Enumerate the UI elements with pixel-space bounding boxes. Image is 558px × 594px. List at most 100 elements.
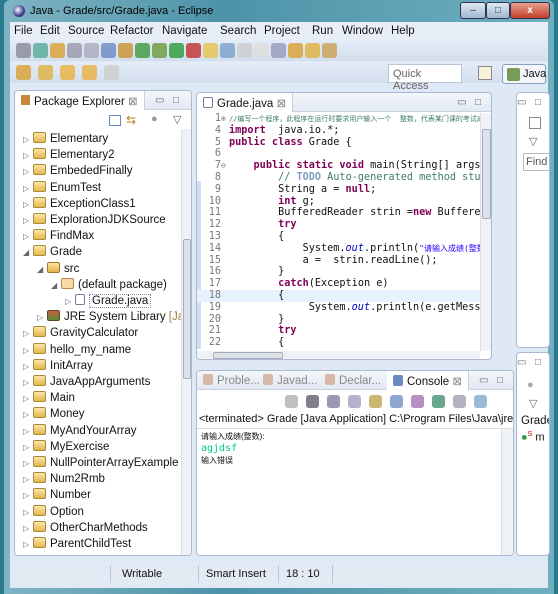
- minimize-icon[interactable]: ▭: [479, 375, 488, 386]
- close-tab-icon[interactable]: ⊠: [128, 96, 138, 108]
- scroll-thumb[interactable]: [213, 352, 283, 359]
- code-line[interactable]: 19 System.out.println(e.getMessage(: [197, 302, 491, 314]
- tab-package-explorer[interactable]: Package Explorer ⊠: [15, 91, 145, 110]
- toolbar-button-icon[interactable]: [84, 43, 99, 58]
- toolbar-button-icon[interactable]: [33, 43, 48, 58]
- tree-item[interactable]: ▷ JavaAppArguments: [23, 374, 150, 390]
- collapsed-arrow-icon[interactable]: ▷: [23, 181, 33, 197]
- collapsed-arrow-icon[interactable]: ▷: [23, 213, 33, 229]
- collapsed-arrow-icon[interactable]: ▷: [23, 407, 33, 423]
- toolbar-button-icon[interactable]: [16, 65, 31, 80]
- toolbar-button-icon[interactable]: [254, 43, 269, 58]
- toolbar-button-icon[interactable]: [271, 43, 286, 58]
- view-menu-icon[interactable]: ▽: [173, 113, 181, 126]
- toolbar-button-icon[interactable]: [82, 65, 97, 80]
- toolbar-button-icon[interactable]: [135, 43, 150, 58]
- toolbar-button-icon[interactable]: [203, 43, 218, 58]
- maximize-icon[interactable]: □: [535, 97, 541, 108]
- code-line[interactable]: 18 {: [197, 290, 481, 302]
- outline-class[interactable]: Grade: [521, 415, 549, 427]
- collapsed-arrow-icon[interactable]: ▷: [23, 440, 33, 456]
- code-line[interactable]: 17 catch(Exception e): [197, 278, 481, 290]
- collapsed-arrow-icon[interactable]: ▷: [23, 375, 33, 391]
- toolbar-button-icon[interactable]: [60, 65, 75, 80]
- collapsed-arrow-icon[interactable]: ▷: [23, 359, 33, 375]
- code-line[interactable]: 4 import java.io.*;: [197, 125, 481, 137]
- console-toolbar-icon[interactable]: [390, 395, 403, 408]
- find-input[interactable]: Find: [523, 153, 549, 171]
- code-line[interactable]: 9 String a = null;: [197, 184, 481, 196]
- view-menu-icon[interactable]: ▽: [529, 397, 537, 410]
- console-toolbar-icon[interactable]: [432, 395, 445, 408]
- collapsed-arrow-icon[interactable]: ▷: [23, 326, 33, 342]
- toolbar-button-icon[interactable]: [38, 65, 53, 80]
- tree-scrollbar[interactable]: [181, 129, 191, 555]
- collapsed-arrow-icon[interactable]: ▷: [23, 343, 33, 359]
- collapsed-arrow-icon[interactable]: ▷: [23, 488, 33, 504]
- code-line[interactable]: 15 a = strin.readLine();: [197, 255, 481, 267]
- console-toolbar-icon[interactable]: [369, 395, 382, 408]
- tree-item[interactable]: ▷ Number: [23, 487, 91, 503]
- code-line[interactable]: 11 BufferedReader strin =new BufferedRea…: [197, 207, 491, 219]
- code-line[interactable]: 20 }: [197, 314, 481, 326]
- expand-fold-icon[interactable]: ⊕: [221, 113, 226, 125]
- tree-item[interactable]: ▷ Grade.java: [65, 293, 152, 309]
- toolbar-button-icon[interactable]: [288, 43, 303, 58]
- maximize-icon[interactable]: □: [535, 357, 541, 368]
- toolbar-button-icon[interactable]: [50, 43, 65, 58]
- menu-run[interactable]: Run: [312, 25, 333, 37]
- editor-vscrollbar[interactable]: [480, 113, 491, 351]
- code-line[interactable]: 7 ⊖ public static void main(String[] args…: [197, 160, 487, 172]
- code-line[interactable]: 22 {: [197, 337, 481, 349]
- tree-item[interactable]: ▷ ExplorationJDKSource: [23, 212, 166, 228]
- tree-item[interactable]: ▷ ParentChildTest: [23, 536, 131, 552]
- menu-window[interactable]: Window: [342, 25, 383, 37]
- tree-item[interactable]: ▷ Option: [23, 504, 84, 520]
- menu-project[interactable]: Project: [264, 25, 300, 37]
- collapse-fold-icon[interactable]: ⊖: [221, 160, 226, 172]
- console-toolbar-icon[interactable]: [474, 395, 487, 408]
- menu-source[interactable]: Source: [68, 25, 104, 37]
- open-perspective-icon[interactable]: [478, 66, 492, 80]
- collapsed-arrow-icon[interactable]: ▷: [23, 424, 33, 440]
- console-toolbar-icon[interactable]: [453, 395, 466, 408]
- code-line[interactable]: 16 }: [197, 266, 481, 278]
- focus-icon[interactable]: ●: [151, 113, 158, 125]
- tree-item[interactable]: ◢ Grade: [23, 244, 82, 260]
- collapsed-arrow-icon[interactable]: ▷: [23, 197, 33, 213]
- tree-item[interactable]: ◢ src: [37, 261, 79, 277]
- toolbar-button-icon[interactable]: [305, 43, 320, 58]
- minimize-icon[interactable]: ▭: [517, 97, 526, 108]
- console-toolbar-icon[interactable]: [411, 395, 424, 408]
- tree-item[interactable]: ▷ JRE System Library [JavaSE-1.8]: [37, 309, 181, 325]
- scroll-thumb[interactable]: [482, 129, 491, 219]
- collapsed-arrow-icon[interactable]: ▷: [23, 164, 33, 180]
- java-perspective-button[interactable]: Java: [502, 64, 546, 84]
- close-button[interactable]: x: [510, 2, 550, 19]
- collapsed-arrow-icon[interactable]: ▷: [37, 310, 47, 326]
- code-line[interactable]: 13 {: [197, 231, 481, 243]
- outline-toolbar-icon[interactable]: ●: [527, 379, 534, 391]
- menu-help[interactable]: Help: [391, 25, 415, 37]
- close-tab-icon[interactable]: ⊠: [276, 98, 286, 110]
- tree-item[interactable]: ▷ OtherCharMethods: [23, 520, 148, 536]
- collapsed-arrow-icon[interactable]: ▷: [23, 472, 33, 488]
- editor-hscrollbar[interactable]: [197, 351, 480, 359]
- code-line[interactable]: 5 public class Grade {: [197, 137, 481, 149]
- tree-item[interactable]: ▷ Num2Rmb: [23, 471, 105, 487]
- collapsed-arrow-icon[interactable]: ▷: [23, 148, 33, 164]
- code-line[interactable]: 6: [197, 148, 481, 160]
- tree-item[interactable]: ▷ EmbededFinally: [23, 163, 132, 179]
- menu-refactor[interactable]: Refactor: [110, 25, 153, 37]
- code-line[interactable]: 1 ⊕//编写一个程序，此程序在运行时要求用户输入一个 整数，代表某门课的考试成绩: [197, 113, 491, 125]
- toolbar-button-icon[interactable]: [220, 43, 235, 58]
- code-line[interactable]: 12 try: [197, 219, 481, 231]
- toolbar-button-icon[interactable]: [118, 43, 133, 58]
- toolbar-button-icon[interactable]: [152, 43, 167, 58]
- collapsed-arrow-icon[interactable]: ▷: [23, 537, 33, 553]
- tree-item[interactable]: ▷ InitArray: [23, 358, 93, 374]
- scroll-thumb[interactable]: [183, 239, 191, 379]
- code-line[interactable]: 10 int g;: [197, 196, 481, 208]
- maximize-icon[interactable]: □: [497, 375, 503, 386]
- tree-item[interactable]: ▷ EnumTest: [23, 180, 101, 196]
